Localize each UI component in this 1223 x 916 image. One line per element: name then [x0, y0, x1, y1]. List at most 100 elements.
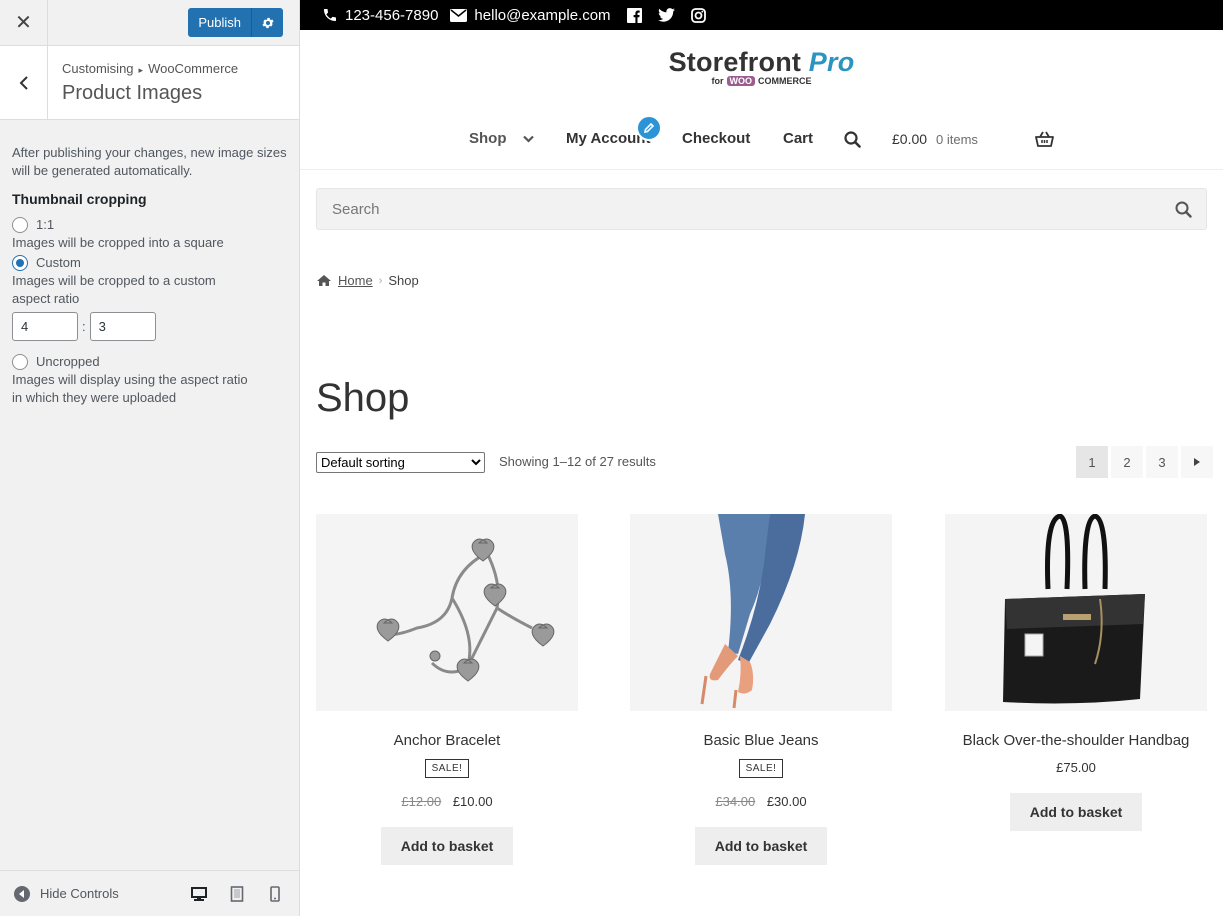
top-bar: 123-456-7890 hello@example.com [300, 0, 1223, 30]
product-card: Basic Blue Jeans SALE! £34.00 £30.00 Add… [630, 514, 892, 865]
logo-pro: Pro [808, 47, 855, 77]
add-to-basket-button[interactable]: Add to basket [1009, 793, 1143, 831]
crumb-separator: ▸ [138, 65, 144, 75]
mobile-icon[interactable] [267, 885, 283, 902]
product-name[interactable]: Anchor Bracelet [316, 732, 578, 749]
phone-item[interactable]: 123-456-7890 [322, 7, 438, 24]
device-switcher [191, 885, 283, 902]
result-count: Showing 1–12 of 27 results [499, 454, 656, 469]
product-price: £34.00 £30.00 [630, 794, 892, 809]
pagination: 1 2 3 [1076, 446, 1213, 478]
nav-shop-label: Shop [469, 130, 507, 147]
gear-icon[interactable] [251, 8, 283, 37]
breadcrumb-chevron-icon: › [378, 274, 383, 287]
current-price: £30.00 [766, 794, 807, 809]
basket-icon[interactable] [1035, 131, 1054, 152]
crumb-root: Customising [62, 61, 134, 76]
desktop-icon[interactable] [191, 886, 207, 902]
section-text: Customising ▸ WooCommerce Product Images [48, 46, 238, 119]
option-square[interactable]: 1:1 [12, 216, 287, 234]
page-1[interactable]: 1 [1076, 446, 1108, 478]
logo-subline: for WOO COMMERCE [712, 76, 812, 86]
tablet-icon[interactable] [229, 885, 245, 902]
option-uncropped-description: Images will display using the aspect rat… [12, 372, 248, 405]
logo-woo: WOO [726, 76, 755, 86]
logo-name: Storefront [668, 47, 802, 77]
current-price: £75.00 [1056, 760, 1096, 775]
old-price: £34.00 [715, 794, 756, 809]
hide-controls-button[interactable]: Hide Controls [14, 885, 119, 902]
radio-uncropped[interactable] [12, 354, 28, 370]
primary-navigation: Shop My Account Checkout Cart £0.00 0 it… [300, 100, 1223, 170]
nav-item-checkout[interactable]: Checkout [682, 130, 750, 147]
option-square-description: Images will be cropped into a square [12, 235, 224, 250]
ratio-separator: : [82, 318, 86, 334]
product-image-handbag[interactable] [945, 514, 1207, 711]
search-placeholder: Search [332, 200, 380, 218]
option-uncropped[interactable]: Uncropped [12, 353, 287, 371]
panel-body: After publishing your changes, new image… [0, 120, 299, 407]
breadcrumb-home-link[interactable]: Home [338, 273, 373, 288]
section-title-bar: Customising ▸ WooCommerce Product Images [0, 46, 299, 120]
ratio-height-input[interactable] [89, 312, 156, 341]
radio-square[interactable] [12, 217, 28, 233]
page-title: Shop [316, 376, 410, 420]
twitter-icon[interactable] [657, 8, 675, 22]
option-custom-label: Custom [36, 255, 81, 270]
edit-shortcut-pencil-icon[interactable] [636, 115, 662, 141]
facebook-icon[interactable] [626, 7, 642, 23]
section-description: After publishing your changes, new image… [12, 145, 287, 178]
back-chevron-icon[interactable] [0, 46, 48, 119]
option-uncropped-label: Uncropped [36, 354, 100, 369]
phone-icon [324, 9, 336, 21]
product-price: £12.00 £10.00 [316, 794, 578, 809]
email-item[interactable]: hello@example.com [450, 6, 611, 24]
search-icon[interactable] [844, 131, 861, 153]
collapse-arrow-icon [14, 885, 30, 902]
phone-number: 123-456-7890 [345, 6, 439, 24]
site-preview: 123-456-7890 hello@example.com Storefron… [300, 0, 1223, 916]
product-name[interactable]: Black Over-the-shoulder Handbag [945, 732, 1207, 749]
radio-custom[interactable] [12, 255, 28, 271]
page-2[interactable]: 2 [1111, 446, 1143, 478]
breadcrumb: Home › Shop [316, 273, 419, 288]
next-page-icon[interactable] [1181, 446, 1213, 478]
add-to-basket-button[interactable]: Add to basket [380, 827, 514, 865]
cropping-title: Thumbnail cropping [12, 191, 147, 207]
sorting-select[interactable]: Default sorting [316, 452, 485, 473]
nav-item-shop[interactable]: Shop [469, 130, 534, 147]
close-icon[interactable]: ✕ [0, 0, 48, 46]
logo-commerce: COMMERCE [758, 76, 812, 86]
add-to-basket-button[interactable]: Add to basket [694, 827, 828, 865]
publish-group: Publish [188, 8, 283, 37]
customizer-breadcrumb: Customising ▸ WooCommerce [62, 61, 238, 76]
product-name[interactable]: Basic Blue Jeans [630, 732, 892, 749]
option-square-label: 1:1 [36, 217, 55, 232]
logo-wordmark: Storefront Pro [669, 47, 855, 78]
search-icon[interactable] [1175, 201, 1192, 222]
customizer-panel: ✕ Publish Customising ▸ WooCommerce Produc… [0, 0, 300, 916]
sale-badge: SALE! [424, 759, 470, 778]
ratio-width-input[interactable] [12, 312, 78, 341]
page-3[interactable]: 3 [1146, 446, 1178, 478]
envelope-icon [450, 8, 468, 22]
site-logo[interactable]: Storefront Pro for WOO COMMERCE [300, 30, 1223, 100]
product-image-bracelet[interactable] [316, 514, 578, 711]
current-price: £10.00 [452, 794, 493, 809]
option-custom-description: Images will be cropped to a custom aspec… [12, 273, 216, 306]
cart-item-count: 0 items [936, 132, 978, 147]
crumb-parent: WooCommerce [148, 61, 239, 76]
email-address: hello@example.com [474, 6, 611, 24]
nav-item-cart[interactable]: Cart [783, 130, 813, 147]
option-custom[interactable]: Custom [12, 254, 287, 272]
breadcrumb-current: Shop [388, 273, 419, 288]
cart-total[interactable]: £0.00 [892, 131, 927, 147]
publish-button[interactable]: Publish [188, 8, 251, 37]
product-search-input[interactable]: Search [316, 188, 1207, 230]
sale-badge: SALE! [738, 759, 784, 778]
ratio-inputs: : [12, 312, 287, 341]
instagram-icon[interactable] [690, 7, 706, 23]
chevron-down-icon[interactable] [522, 135, 534, 143]
product-image-jeans[interactable] [630, 514, 892, 711]
home-icon [317, 275, 331, 286]
